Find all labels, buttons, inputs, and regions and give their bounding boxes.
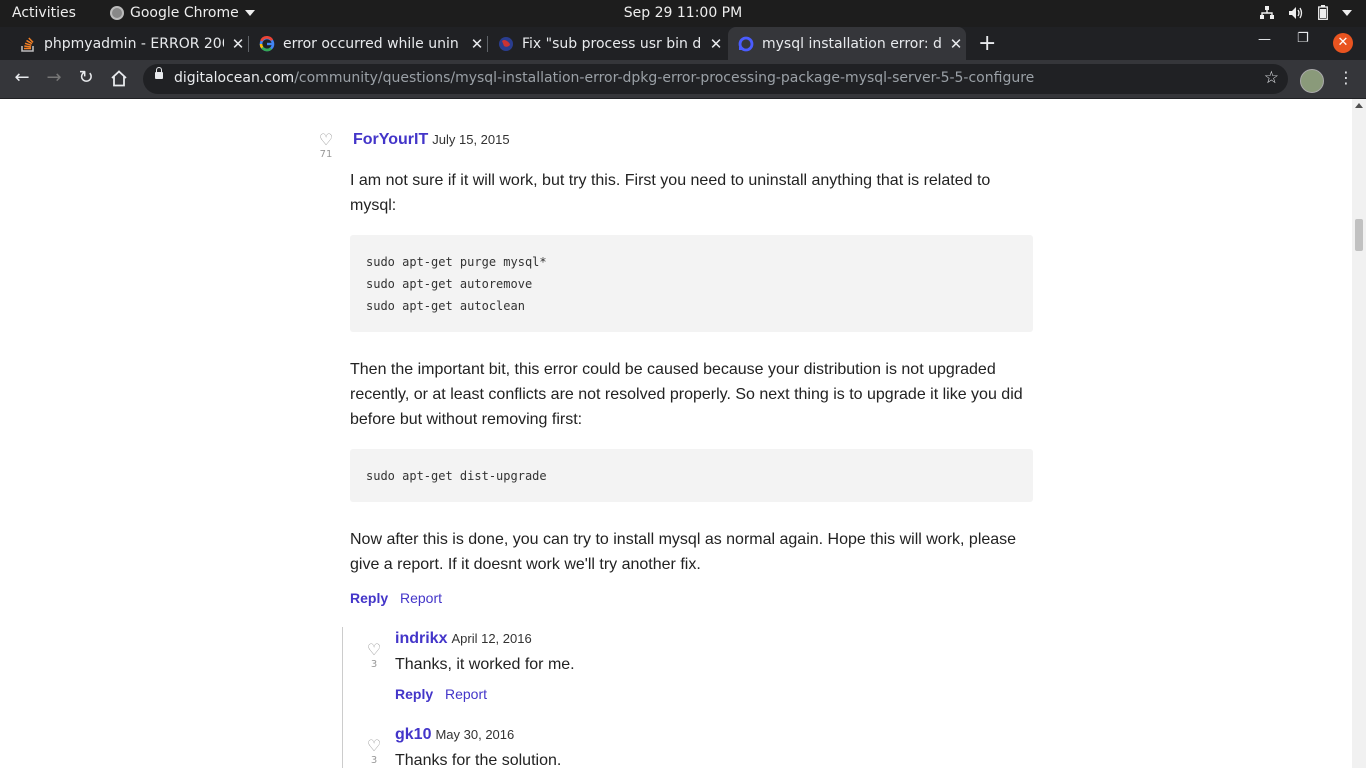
- tab-title: error occurred while unin: [283, 35, 459, 52]
- chevron-down-icon: [244, 10, 255, 16]
- comment-author-line: indrikx April 12, 2016: [395, 630, 532, 648]
- bookmark-star-icon[interactable]: ☆: [1264, 68, 1279, 88]
- reload-icon[interactable]: ↻: [75, 67, 97, 88]
- tray-menu-chevron-icon: [1342, 9, 1352, 16]
- app-menu-label: Google Chrome: [130, 5, 239, 21]
- lock-icon[interactable]: [155, 67, 163, 79]
- vote-count: 71: [319, 149, 333, 160]
- tab-strip: phpmyadmin - ERROR 200 ✕ error occurred …: [0, 27, 1366, 60]
- network-icon: [1260, 5, 1274, 19]
- address-bar[interactable]: digitalocean.com/community/questions/mys…: [143, 64, 1288, 94]
- forward-icon[interactable]: →: [43, 67, 65, 88]
- thread-line: [342, 627, 343, 768]
- scroll-up-arrow-icon[interactable]: [1355, 103, 1363, 108]
- comment-text: Thanks, it worked for me.: [395, 656, 575, 673]
- tab-google-search[interactable]: error occurred while unin ✕: [239, 27, 486, 60]
- home-icon[interactable]: [108, 70, 130, 87]
- page-scrollbar[interactable]: [1352, 99, 1366, 768]
- reply-button[interactable]: Reply: [395, 686, 433, 702]
- activities-button[interactable]: Activities: [12, 5, 76, 21]
- close-icon[interactable]: ✕: [708, 35, 724, 53]
- chrome-icon: [110, 6, 124, 20]
- new-tab-button[interactable]: +: [978, 31, 996, 56]
- vote-count: 3: [370, 659, 378, 670]
- window-close-button[interactable]: ✕: [1333, 33, 1353, 53]
- google-icon: [259, 35, 275, 52]
- stackoverflow-icon: [20, 36, 36, 52]
- tab-phpmyadmin[interactable]: phpmyadmin - ERROR 200 ✕: [0, 27, 247, 60]
- globe-icon: [498, 36, 514, 52]
- post-date: April 12, 2016: [451, 631, 532, 646]
- clock[interactable]: Sep 29 11:00 PM: [624, 5, 742, 21]
- author-name[interactable]: ForYourIT: [353, 131, 428, 148]
- heart-icon[interactable]: ♡: [316, 130, 336, 149]
- tab-title: Fix "sub process usr bin d: [522, 35, 702, 52]
- digitalocean-icon: [738, 36, 754, 52]
- answer-author-line: ForYourIT July 15, 2015: [353, 131, 510, 149]
- code-line: sudo apt-get autoremove: [366, 277, 533, 291]
- code-block: sudo apt-get dist-upgrade: [350, 449, 1033, 502]
- code-line: sudo apt-get autoclean: [366, 299, 525, 313]
- report-button[interactable]: Report: [400, 590, 442, 606]
- tab-fix-sub-process[interactable]: Fix "sub process usr bin d ✕: [478, 27, 725, 60]
- answer-paragraph: Now after this is done, you can try to i…: [350, 531, 1017, 573]
- vote-count: 3: [370, 755, 378, 766]
- comment-vote[interactable]: ♡ 3: [364, 640, 384, 670]
- code-line: sudo apt-get purge mysql*: [366, 255, 547, 269]
- back-icon[interactable]: ←: [11, 67, 33, 88]
- author-name[interactable]: indrikx: [395, 630, 447, 647]
- heart-icon[interactable]: ♡: [364, 640, 384, 659]
- answer-paragraph: I am not sure if it will work, but try t…: [350, 172, 991, 214]
- app-menu[interactable]: Google Chrome: [110, 5, 255, 21]
- tab-mysql-installation-error[interactable]: mysql installation error: d ✕: [728, 27, 966, 60]
- page-content: ♡ 71 ForYourIT July 15, 2015 I am not sur…: [0, 99, 1352, 768]
- system-tray[interactable]: [1260, 5, 1352, 20]
- post-date: July 15, 2015: [432, 132, 510, 147]
- scrollbar-thumb[interactable]: [1355, 219, 1363, 251]
- profile-avatar[interactable]: [1300, 69, 1324, 93]
- answer-paragraph: Then the important bit, this error could…: [350, 361, 1023, 428]
- volume-icon: [1289, 6, 1303, 19]
- heart-icon[interactable]: ♡: [364, 736, 384, 755]
- comment-vote[interactable]: ♡ 3: [364, 736, 384, 766]
- menu-kebab-icon[interactable]: ⋮: [1338, 68, 1354, 87]
- close-icon[interactable]: ✕: [948, 35, 964, 53]
- post-date: May 30, 2016: [435, 727, 515, 742]
- url-text[interactable]: digitalocean.com/community/questions/mys…: [174, 70, 1034, 86]
- code-block: sudo apt-get purge mysql* sudo apt-get a…: [350, 235, 1033, 332]
- tab-title: mysql installation error: d: [762, 35, 942, 52]
- author-name[interactable]: gk10: [395, 726, 431, 743]
- report-button[interactable]: Report: [445, 686, 487, 702]
- restore-icon[interactable]: ❐: [1297, 31, 1309, 46]
- os-top-bar: Activities Google Chrome Sep 29 11:00 PM: [0, 0, 1366, 27]
- tab-title: phpmyadmin - ERROR 200: [44, 35, 224, 52]
- comment-text: Thanks for the solution.: [395, 752, 562, 768]
- code-line: sudo apt-get dist-upgrade: [366, 469, 547, 483]
- answer-vote[interactable]: ♡ 71: [316, 130, 336, 160]
- battery-icon: [1318, 5, 1328, 20]
- browser-toolbar: ← → ↻ digitalocean.com/community/questio…: [0, 60, 1366, 99]
- comment-author-line: gk10 May 30, 2016: [395, 726, 514, 744]
- minimize-icon[interactable]: —: [1258, 32, 1271, 47]
- reply-button[interactable]: Reply: [350, 590, 388, 606]
